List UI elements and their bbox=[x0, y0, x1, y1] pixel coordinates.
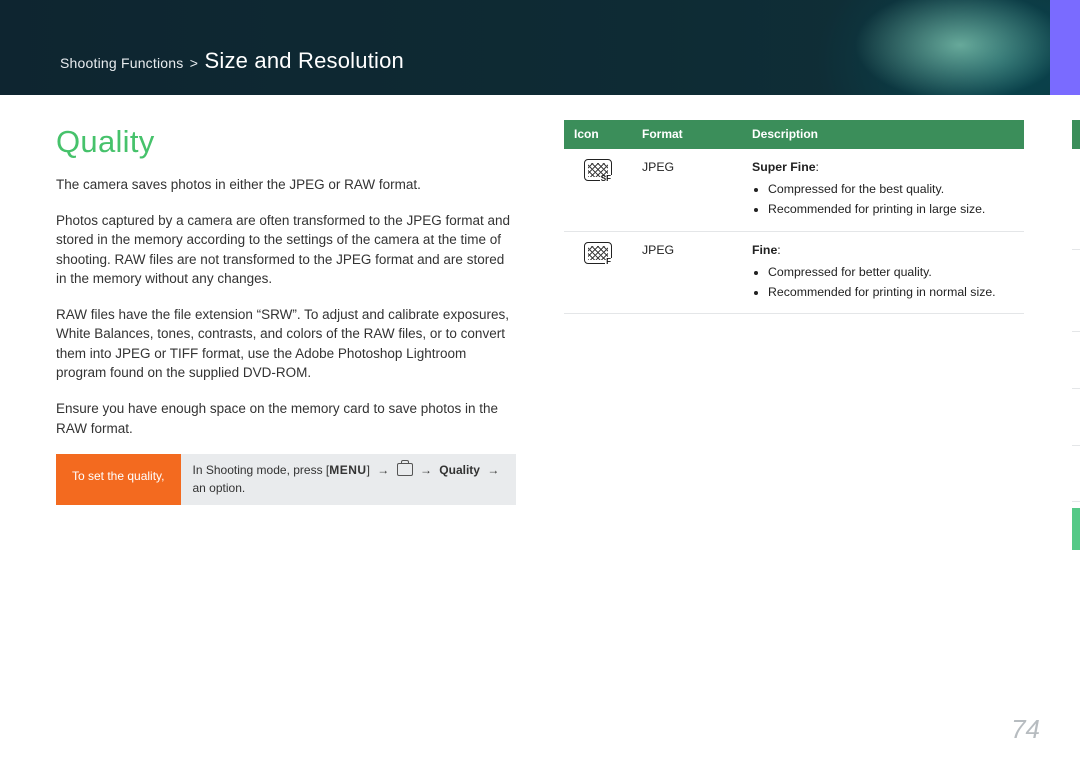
set-quality-body: In Shooting mode, press [MENU] → → Quali… bbox=[181, 454, 517, 505]
breadcrumb-title: Size and Resolution bbox=[204, 48, 403, 73]
set-quality-box: To set the quality, In Shooting mode, pr… bbox=[56, 454, 516, 505]
page-number: 74 bbox=[1011, 711, 1040, 749]
menu-button-word: MENU bbox=[329, 463, 366, 477]
quality-sf-icon: SF bbox=[584, 159, 612, 181]
arrow-icon: → bbox=[377, 463, 389, 477]
desc-bullet: Recommended for printing in normal size. bbox=[768, 284, 1014, 302]
breadcrumb-sep: > bbox=[190, 55, 198, 71]
table-row: SF RAW+JPEG RAW + S.Fine: Save a photo i… bbox=[1072, 332, 1080, 389]
format-cell: JPEG bbox=[632, 231, 742, 313]
page-body: Quality The camera saves photos in eithe… bbox=[0, 120, 1080, 680]
table-row: SF JPEG Super Fine:Compressed for the be… bbox=[564, 149, 1024, 231]
arrow-icon: → bbox=[420, 463, 432, 477]
quality-table-left: Icon Format Description SF JPEG Super Fi… bbox=[564, 120, 1024, 314]
quality-table-right: Icon Format Description N JPEG Normal:Co… bbox=[1072, 120, 1080, 502]
desc-bullet: Compressed for better quality. bbox=[768, 264, 1014, 282]
body-paragraph: RAW files have the file extension “SRW”.… bbox=[56, 305, 516, 383]
setbox-text: an option. bbox=[193, 481, 246, 495]
col-icon: Icon bbox=[1072, 120, 1080, 149]
description-cell: Fine:Compressed for better quality.Recom… bbox=[742, 231, 1024, 313]
quality-path-word: Quality bbox=[439, 463, 480, 477]
table-row: RAW RAW:Save a photo without data loss.R… bbox=[1072, 249, 1080, 331]
setbox-text: ] bbox=[367, 463, 374, 477]
description-cell: Super Fine:Compressed for the best quali… bbox=[742, 149, 1024, 231]
camera-icon bbox=[397, 463, 413, 476]
setbox-text: In Shooting mode, press [ bbox=[193, 463, 330, 477]
format-cell: JPEG bbox=[632, 149, 742, 231]
desc-bullet: Compressed for the best quality. bbox=[768, 181, 1014, 199]
col-icon: Icon bbox=[564, 120, 632, 149]
table-row: N JPEG Normal:Compressed for normal qual… bbox=[1072, 149, 1080, 249]
col-format: Format bbox=[632, 120, 742, 149]
quality-f-icon: F bbox=[584, 242, 612, 264]
body-paragraph: Ensure you have enough space on the memo… bbox=[56, 399, 516, 438]
note-callout: ✎ Available options may differ depending… bbox=[1072, 508, 1080, 549]
body-paragraph: Photos captured by a camera are often tr… bbox=[56, 211, 516, 289]
col-desc: Description bbox=[742, 120, 1024, 149]
table-row: N RAW+JPEG RAW + Normal: Save a photo in… bbox=[1072, 445, 1080, 502]
breadcrumb-section: Shooting Functions bbox=[60, 55, 183, 71]
section-heading: Quality bbox=[56, 120, 516, 165]
corner-accent bbox=[1050, 0, 1080, 95]
desc-bullet: Recommended for printing in large size. bbox=[768, 201, 1014, 219]
note-icon: ✎ bbox=[1072, 508, 1080, 549]
set-quality-label: To set the quality, bbox=[56, 454, 181, 505]
header-band: Shooting Functions > Size and Resolution bbox=[0, 0, 1080, 95]
table-row: F RAW+JPEG RAW + Fine: Save a photo in b… bbox=[1072, 388, 1080, 445]
table-row: F JPEG Fine:Compressed for better qualit… bbox=[564, 231, 1024, 313]
breadcrumb: Shooting Functions > Size and Resolution bbox=[60, 45, 404, 77]
arrow-icon: → bbox=[487, 463, 499, 477]
body-paragraph: The camera saves photos in either the JP… bbox=[56, 175, 516, 195]
